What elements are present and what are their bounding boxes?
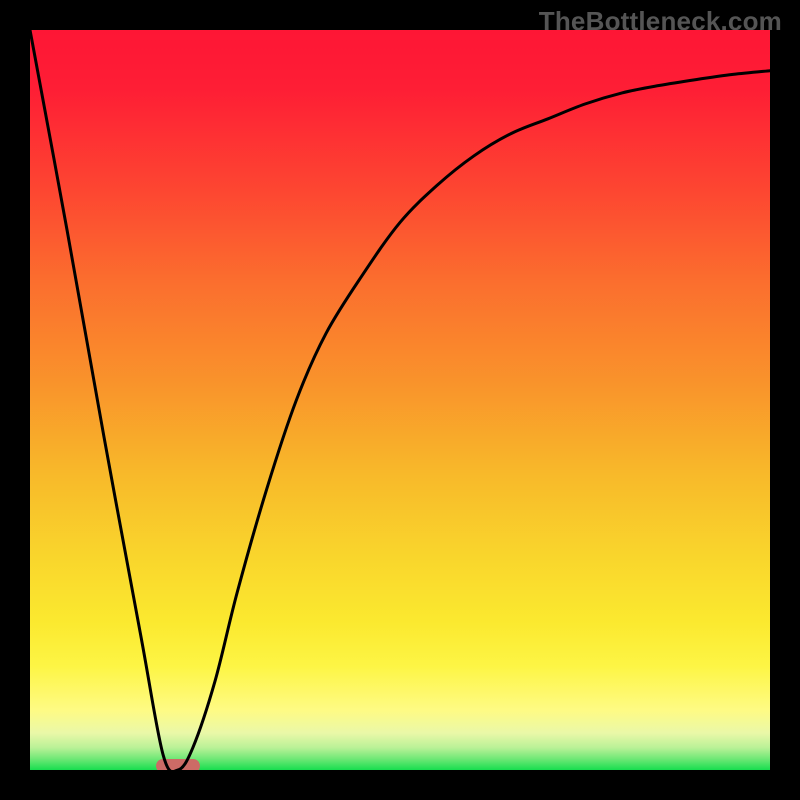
chart-frame: TheBottleneck.com [0, 0, 800, 800]
plot-area [30, 30, 770, 770]
bottleneck-curve [30, 30, 770, 770]
curve-path [30, 30, 770, 770]
